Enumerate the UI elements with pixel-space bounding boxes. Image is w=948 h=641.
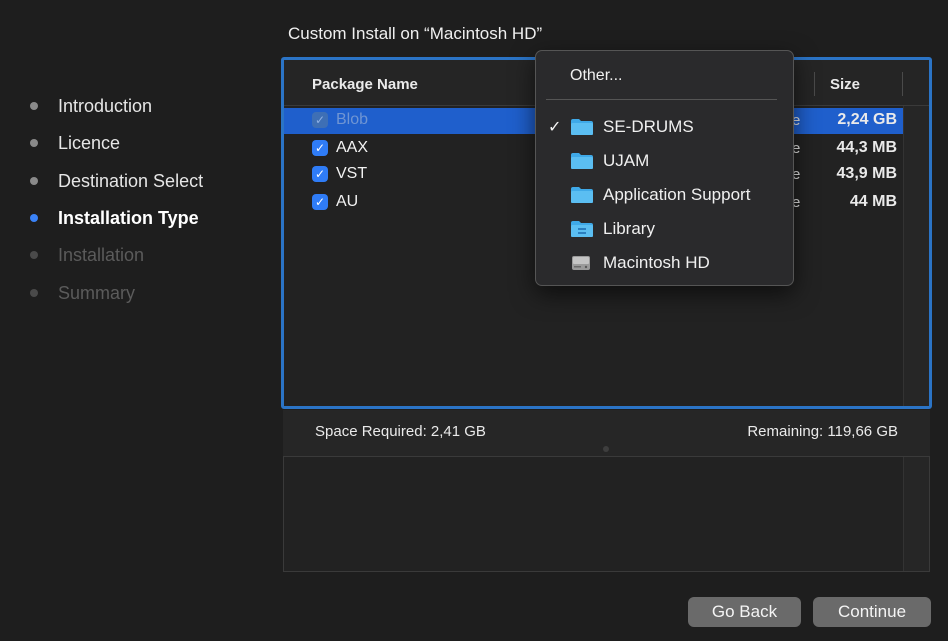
menu-item-label: Macintosh HD (603, 253, 710, 272)
package-checkbox[interactable]: ✓ (312, 194, 328, 210)
step-bullet-icon (30, 102, 38, 110)
menu-item-label: SE-DRUMS (603, 117, 694, 136)
go-back-button[interactable]: Go Back (688, 597, 801, 627)
space-remaining: Remaining: 119,66 GB (747, 423, 898, 440)
package-size: 44 MB (849, 193, 897, 210)
menu-item-macintosh-hd[interactable]: Macintosh HD (536, 248, 793, 278)
step-bullet-icon (30, 289, 38, 297)
menu-item-se-drums[interactable]: ✓ SE-DRUMS (536, 112, 793, 142)
column-header-size[interactable]: Size (830, 76, 860, 93)
table-scrollbar[interactable] (903, 106, 929, 406)
page-title: Custom Install on “Macintosh HD” (288, 24, 543, 43)
location-dropdown-menu: Other... ✓ SE-DRUMS UJAM Application Sup… (535, 50, 794, 286)
menu-item-label: Library (603, 219, 655, 238)
library-folder-icon (571, 221, 593, 237)
step-summary: Summary (30, 281, 260, 305)
menu-separator (546, 99, 777, 100)
step-label: Destination Select (58, 170, 204, 191)
step-installation: Installation (30, 243, 260, 267)
package-name: AAX (336, 139, 369, 156)
menu-item-other[interactable]: Other... (570, 67, 622, 85)
column-header-package-name[interactable]: Package Name (312, 76, 418, 93)
step-installation-type: Installation Type (30, 206, 260, 230)
package-checkbox[interactable]: ✓ (312, 140, 328, 156)
package-size: 2,24 GB (837, 111, 897, 128)
step-label: Licence (58, 132, 121, 153)
step-introduction: Introduction (30, 94, 260, 118)
package-size: 44,3 MB (836, 139, 897, 156)
continue-button[interactable]: Continue (813, 597, 931, 627)
space-info-bar: Space Required: 2,41 GB Remaining: 119,6… (283, 410, 930, 456)
step-bullet-icon (30, 177, 38, 185)
step-bullet-active-icon (30, 214, 38, 222)
package-description (283, 456, 930, 572)
step-licence: Licence (30, 131, 260, 155)
package-checkbox[interactable]: ✓ (312, 112, 328, 128)
step-label: Introduction (58, 95, 153, 116)
folder-icon (571, 119, 593, 135)
package-name: Blob (336, 111, 369, 128)
step-bullet-icon (30, 251, 38, 259)
space-required: Space Required: 2,41 GB (315, 423, 486, 440)
description-scrollbar[interactable] (903, 457, 929, 571)
folder-icon (571, 187, 593, 203)
column-divider[interactable] (902, 72, 903, 96)
menu-item-label: UJAM (603, 151, 650, 170)
step-label: Installation (58, 244, 145, 265)
step-label: Summary (58, 282, 136, 303)
step-label: Installation Type (58, 207, 199, 228)
hard-drive-icon (572, 256, 590, 270)
package-size: 43,9 MB (836, 165, 897, 182)
package-name: VST (336, 165, 368, 182)
menu-item-application-support[interactable]: Application Support (536, 180, 793, 210)
package-name: AU (336, 193, 359, 210)
folder-icon (571, 153, 593, 169)
splitter-handle[interactable] (603, 446, 609, 452)
column-divider[interactable] (814, 72, 815, 96)
menu-item-ujam[interactable]: UJAM (536, 146, 793, 176)
checkmark-icon: ✓ (548, 119, 562, 136)
step-destination-select: Destination Select (30, 169, 260, 193)
menu-item-label: Application Support (603, 185, 751, 204)
menu-item-library[interactable]: Library (536, 214, 793, 244)
step-bullet-icon (30, 139, 38, 147)
package-checkbox[interactable]: ✓ (312, 166, 328, 182)
